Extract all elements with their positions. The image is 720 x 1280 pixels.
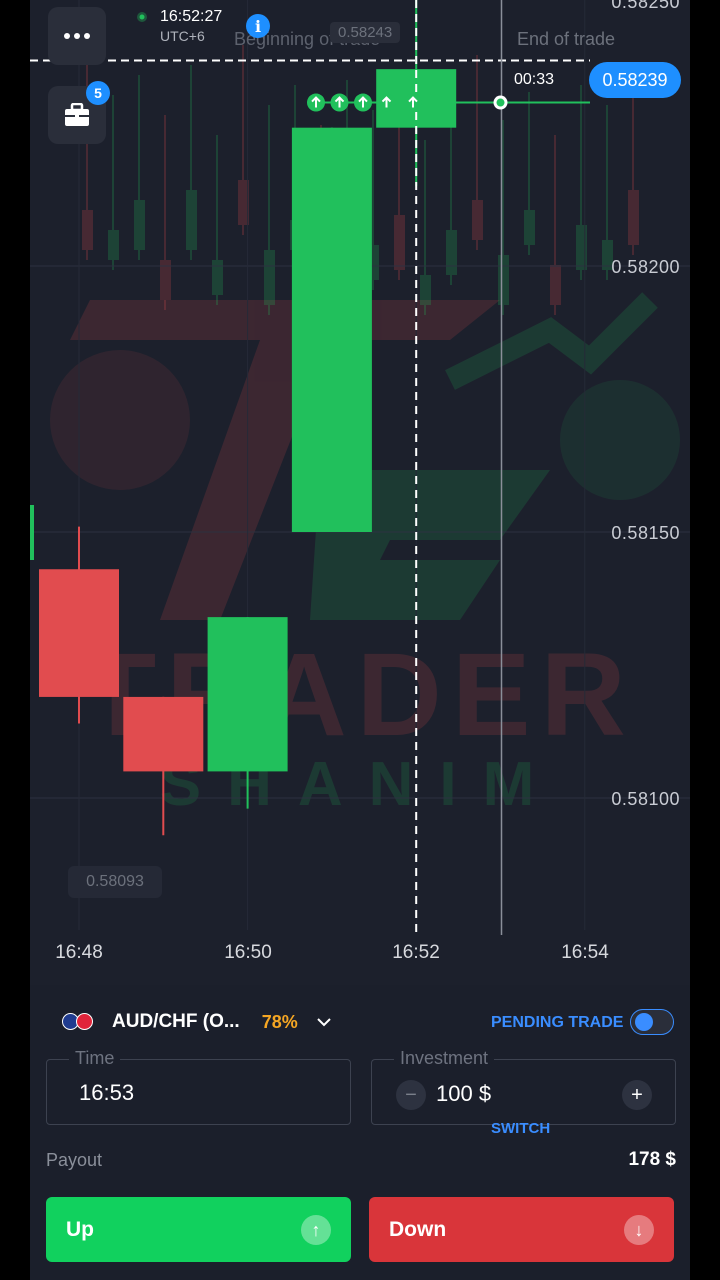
candle-body	[123, 696, 204, 772]
info-icon[interactable]: i	[246, 14, 270, 38]
chevron-down-icon	[317, 1018, 331, 1027]
background-candle	[134, 200, 145, 250]
trade-end-marker-dot	[496, 98, 505, 107]
candle-body	[39, 569, 119, 697]
down-button-label: Down	[389, 1217, 447, 1241]
asset-selector[interactable]: AUD/CHF (O... 78%	[62, 1011, 332, 1033]
price-tick-label: 0.58200	[611, 257, 680, 277]
price-tick-label: 0.58100	[611, 789, 680, 809]
up-button-label: Up	[66, 1217, 94, 1241]
background-candle	[420, 275, 431, 305]
candlestick-chart[interactable]	[30, 0, 690, 985]
background-candle	[576, 225, 587, 270]
time-tick-label: 16:50	[224, 942, 272, 963]
time-value: 16:53	[79, 1080, 135, 1105]
pending-trade-toggle[interactable]	[630, 1009, 674, 1035]
background-candle	[108, 230, 119, 260]
time-tick-label: 16:52	[392, 942, 440, 963]
background-candle	[212, 260, 223, 295]
investment-value: 100 $	[436, 1081, 492, 1106]
payout-label: Payout	[46, 1150, 103, 1170]
arrow-up-icon: ↑	[301, 1215, 331, 1245]
briefcase-icon	[65, 103, 89, 126]
background-candle	[628, 190, 639, 245]
trade-panel: AUD/CHF (O... 78% PENDING TRADE Time 16:…	[30, 985, 690, 1280]
time-field-label: Time	[69, 1048, 121, 1069]
price-chart[interactable]: TRADER SHANIM 0.58250 0.58200 0.58150 0.…	[30, 0, 690, 985]
increase-investment-button[interactable]: +	[622, 1080, 652, 1110]
payout-value: 178 $	[628, 1149, 676, 1170]
background-candle	[186, 190, 197, 250]
low-price-marker: 0.58093	[68, 866, 162, 898]
asset-payout-percent: 78%	[261, 1011, 298, 1032]
time-tick-label: 16:48	[55, 942, 103, 963]
background-candle	[394, 215, 405, 270]
server-clock: 16:52:27	[160, 8, 223, 25]
background-candle	[82, 210, 93, 250]
arrow-down-icon: ↓	[624, 1215, 654, 1245]
current-price-pill: 0.58239	[589, 62, 681, 98]
candle-body	[207, 617, 288, 772]
timezone-label: UTC+6	[160, 28, 205, 44]
background-candle	[550, 265, 561, 305]
candle-body	[291, 127, 372, 533]
background-candle	[524, 210, 535, 245]
decrease-investment-button[interactable]: −	[396, 1080, 426, 1110]
live-status-icon	[137, 12, 147, 22]
trading-app: TRADER SHANIM 0.58250 0.58200 0.58150 0.…	[30, 0, 690, 1280]
price-tick-label: 0.58150	[611, 523, 680, 543]
down-button[interactable]: Down ↓	[369, 1197, 674, 1262]
time-tick-label: 16:54	[561, 942, 609, 963]
volume-indicator	[30, 505, 34, 560]
background-candle	[472, 200, 483, 240]
menu-button[interactable]	[48, 7, 106, 65]
time-field[interactable]: Time 16:53	[46, 1048, 351, 1125]
up-button[interactable]: Up ↑	[46, 1197, 351, 1262]
background-candle	[498, 255, 509, 305]
price-tick-label: 0.58250	[611, 0, 680, 12]
background-candle	[264, 250, 275, 305]
background-candle	[446, 230, 457, 275]
asset-flags	[62, 1013, 96, 1031]
investment-field[interactable]: Investment − 100 $ +	[371, 1048, 676, 1125]
asset-name: AUD/CHF (O...	[112, 1011, 240, 1032]
beginning-price-tag: 0.58243	[330, 22, 401, 43]
pending-trade-label[interactable]: PENDING TRADE	[491, 1014, 623, 1032]
more-dots-icon	[64, 33, 90, 39]
investment-field-label: Investment	[394, 1048, 495, 1069]
switch-button[interactable]: SWITCH	[491, 1120, 550, 1137]
open-trades-badge: 5	[86, 81, 110, 105]
end-of-trade-label: End of trade	[517, 29, 616, 49]
toggle-knob	[635, 1013, 653, 1031]
ch-flag-icon	[76, 1013, 93, 1030]
trade-countdown: 00:33	[508, 68, 561, 92]
